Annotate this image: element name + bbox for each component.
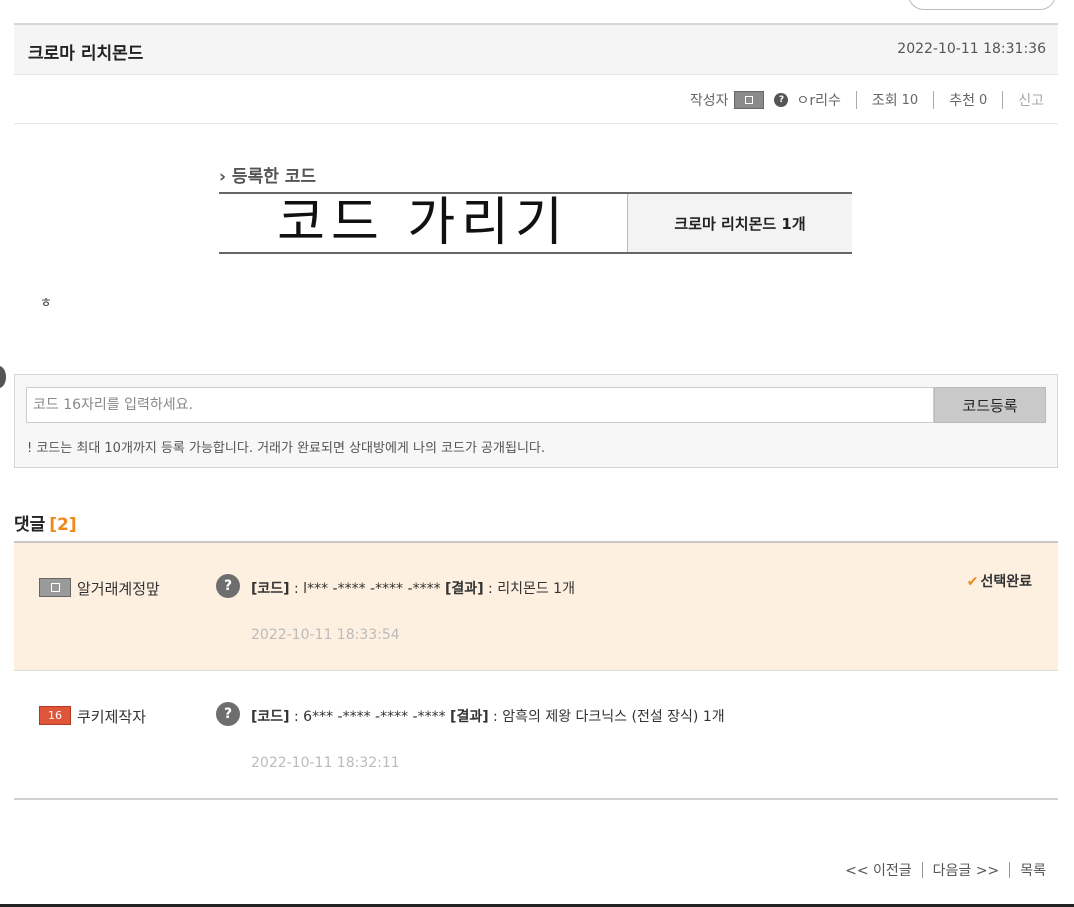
comment-date: 2022-10-11 18:33:54	[251, 627, 400, 643]
comments-title: 댓글 [2]	[14, 510, 77, 535]
level-badge-icon	[39, 578, 71, 597]
question-icon[interactable]: ?	[774, 93, 789, 107]
result-value: : 암흑의 제왕 다크닉스 (전설 장식) 1개	[488, 709, 725, 725]
code-reward: 크로마 리치몬드 1개	[628, 194, 852, 252]
side-scroll-dot	[0, 366, 6, 388]
views-label: 조회	[871, 93, 898, 109]
code-register-form: 코드등록 ! 코드는 최대 10개까지 등록 가능합니다. 거래가 완료되면 상…	[14, 374, 1058, 468]
divider	[921, 862, 923, 878]
selected-label: 선택완료	[980, 574, 1032, 590]
post-navigation: << 이전글 다음글 >> 목록	[845, 860, 1046, 880]
registered-code-box: 코드 가리기 크로마 리치몬드 1개	[219, 192, 852, 254]
divider	[933, 91, 935, 109]
comment-user[interactable]: 쿠키제작자	[77, 706, 146, 727]
post-title: 크로마 리치몬드	[28, 44, 144, 64]
result-label: [결과]	[445, 581, 484, 597]
comment-text: [코드] : l*** -**** -**** -**** [결과] : 리치몬…	[251, 578, 575, 598]
question-icon[interactable]: ?	[216, 702, 240, 726]
likes-count: 0	[978, 92, 988, 108]
comment-user[interactable]: 알거래계정맢	[77, 578, 160, 599]
comments-count: [2]	[49, 515, 77, 535]
result-label: [결과]	[450, 709, 489, 725]
likes-label: 추천	[949, 93, 975, 109]
result-value: : 리치몬드 1개	[483, 581, 575, 597]
post-meta: 작성자 ? ㅇr리수 조회 10 추천 0 신고	[690, 90, 1044, 110]
post-body-text: ㅎ	[40, 296, 52, 311]
code-value: : 6*** -**** -**** -****	[289, 709, 451, 725]
divider	[1009, 862, 1011, 878]
comment-item: 16 쿠키제작자 ? [코드] : 6*** -**** -**** -****…	[14, 671, 1058, 798]
level-badge-icon: 16	[39, 706, 71, 725]
post-meta-row: 작성자 ? ㅇr리수 조회 10 추천 0 신고	[14, 76, 1058, 124]
post-header: 크로마 리치몬드 2022-10-11 18:31:36	[14, 23, 1058, 75]
code-value: : l*** -**** -**** -****	[289, 581, 446, 597]
comment-date: 2022-10-11 18:32:11	[251, 755, 400, 771]
list-link[interactable]: 목록	[1020, 860, 1046, 880]
code-label: [코드]	[251, 581, 290, 597]
comment-list: 알거래계정맢 ? [코드] : l*** -**** -**** -**** […	[14, 541, 1058, 800]
level-badge-icon	[734, 91, 765, 109]
code-label: [코드]	[251, 709, 290, 725]
selected-badge: ✔ 선택완료	[967, 571, 1032, 591]
comment-text: [코드] : 6*** -**** -**** -**** [결과] : 암흑의…	[251, 706, 725, 726]
code-register-button[interactable]: 코드등록	[934, 387, 1046, 423]
comments-title-label: 댓글	[14, 515, 46, 535]
prev-post-link[interactable]: << 이전글	[845, 860, 912, 880]
hidden-code: 코드 가리기	[219, 194, 628, 252]
divider	[1002, 91, 1004, 109]
code-notice: ! 코드는 최대 10개까지 등록 가능합니다. 거래가 완료되면 상대방에게 …	[27, 441, 545, 456]
question-icon[interactable]: ?	[216, 574, 240, 598]
top-right-button[interactable]	[908, 0, 1056, 10]
comment-item: 알거래계정맢 ? [코드] : l*** -**** -**** -**** […	[14, 543, 1058, 671]
divider	[855, 91, 857, 109]
post-date: 2022-10-11 18:31:36	[897, 41, 1046, 57]
registered-code-label: › 등록한 코드	[219, 167, 317, 187]
author-label: 작성자	[689, 93, 729, 109]
views-count: 10	[901, 92, 919, 108]
next-post-link[interactable]: 다음글 >>	[933, 860, 1000, 880]
check-icon: ✔	[966, 574, 979, 590]
author-name[interactable]: ㅇr리수	[796, 90, 840, 110]
report-link[interactable]: 신고	[1018, 90, 1044, 110]
code-input[interactable]	[26, 387, 934, 423]
